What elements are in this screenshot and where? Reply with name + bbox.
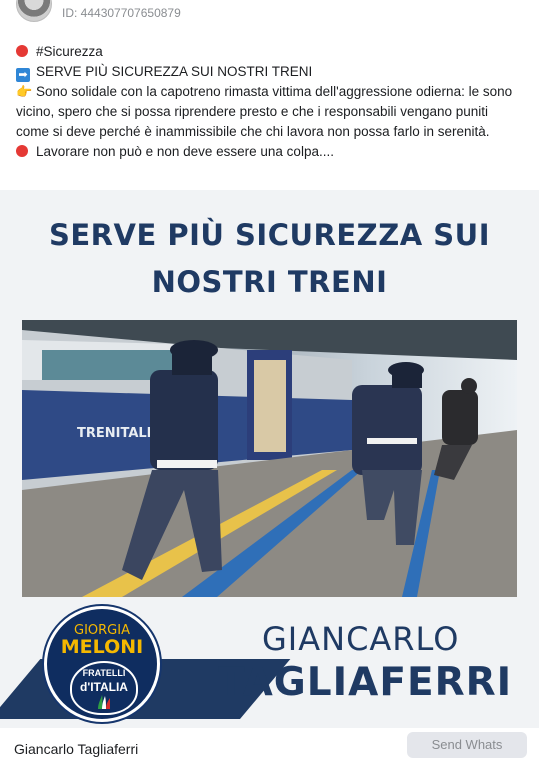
- party-logo: GIORGIA MELONI FRATELLI d'ITALIA: [44, 606, 160, 722]
- poster-title: SERVE PIÙ SICUREZZA SUI NOSTRI TRENI: [0, 212, 539, 306]
- headline-text: SERVE PIÙ SICUREZZA SUI NOSTRI TRENI: [36, 64, 313, 79]
- candidate-last-name: TAGLIAFERRI: [218, 660, 513, 705]
- train-platform-illustration: TRENITALIA: [22, 320, 517, 597]
- author-name[interactable]: Giancarlo Tagliaferri: [14, 741, 138, 757]
- brand-strip: GIORGIA MELONI FRATELLI d'ITALIA GIANCAR…: [0, 604, 539, 728]
- tricolor-flame-icon: [98, 695, 110, 709]
- body-text: Sono solidale con la capotreno rimasta v…: [16, 84, 513, 139]
- post-line-headline: ➡ SERVE PIÙ SICUREZZA SUI NOSTRI TRENI: [16, 62, 524, 82]
- poster-title-line1: SERVE PIÙ SICUREZZA SUI: [48, 218, 491, 252]
- logo-emblem: FRATELLI d'ITALIA: [70, 661, 138, 715]
- poster-title-line2: NOSTRI TRENI: [151, 265, 388, 299]
- poster-image[interactable]: SERVE PIÙ SICUREZZA SUI NOSTRI TRENI TRE…: [0, 190, 539, 728]
- pointing-hand-icon: 👉: [16, 84, 33, 99]
- logo-party-line1: FRATELLI: [82, 668, 126, 678]
- post-line-closing: Lavorare non può e non deve essere una c…: [16, 142, 524, 162]
- red-circle-icon: [16, 145, 28, 157]
- post-text: #Sicurezza ➡ SERVE PIÙ SICUREZZA SUI NOST…: [16, 42, 524, 162]
- candidate-first-name: GIANCARLO: [262, 620, 460, 658]
- post-footer: Giancarlo Tagliaferri Send Whats: [0, 728, 539, 758]
- red-circle-icon: [16, 45, 28, 57]
- post-line-hashtag: #Sicurezza: [16, 42, 524, 62]
- train-photo: TRENITALIA: [22, 320, 517, 597]
- hashtag-link[interactable]: #Sicurezza: [36, 44, 103, 59]
- post-line-body: 👉 Sono solidale con la capotreno rimasta …: [16, 82, 524, 142]
- post-header: ID: 444307707650879: [0, 0, 539, 30]
- right-arrow-icon: ➡: [16, 68, 30, 82]
- logo-last-name: MELONI: [60, 636, 144, 658]
- closing-text: Lavorare non può e non deve essere una c…: [36, 144, 334, 159]
- avatar[interactable]: [16, 0, 52, 22]
- post-id: ID: 444307707650879: [62, 6, 181, 20]
- send-whatsapp-button[interactable]: Send Whats: [407, 732, 527, 758]
- train-brand-label: TRENITALIA: [77, 426, 162, 441]
- logo-party-line2: d'ITALIA: [80, 680, 128, 694]
